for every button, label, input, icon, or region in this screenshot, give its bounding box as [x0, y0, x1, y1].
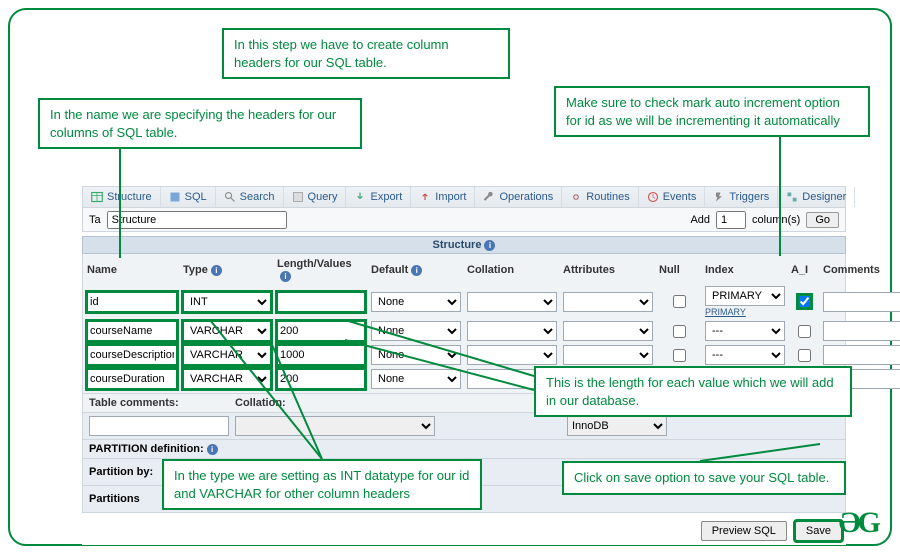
type-select-1[interactable]: VARCHAR	[183, 321, 271, 341]
gfg-logo: ƏG	[839, 506, 879, 540]
attributes-select-0[interactable]	[563, 292, 653, 312]
col-default-header: Defaulti	[371, 264, 461, 276]
table-collation-select[interactable]	[235, 416, 435, 436]
designer-icon	[786, 191, 798, 203]
length-input-2[interactable]	[277, 345, 365, 365]
default-select-3[interactable]: None	[371, 369, 461, 389]
length-input-1[interactable]	[277, 321, 365, 341]
tab-operations[interactable]: Operations	[475, 187, 562, 207]
col-index-header: Index	[705, 264, 785, 276]
col-name-header: Name	[87, 264, 177, 276]
trigger-icon	[713, 191, 725, 203]
table-comments-label: Table comments:	[89, 397, 229, 409]
add-count-input[interactable]	[716, 211, 746, 229]
collation-select-2[interactable]	[467, 345, 557, 365]
tab-export[interactable]: Export	[346, 187, 411, 207]
col-ai-header: A_I	[791, 264, 817, 276]
tablename-input[interactable]	[107, 211, 287, 229]
tab-sql[interactable]: SQL	[161, 187, 216, 207]
ai-checkbox-0[interactable]	[798, 295, 811, 308]
callout-length: This is the length for each value which …	[534, 366, 852, 417]
structure-header: Structurei	[82, 236, 846, 254]
comments-input-0[interactable]	[823, 292, 900, 312]
tab-search[interactable]: Search	[216, 187, 284, 207]
export-icon	[354, 191, 366, 203]
callout-intro: In this step we have to create column he…	[222, 28, 510, 79]
columns-label: column(s)	[752, 214, 800, 226]
col-length-header: Length/Valuesi	[277, 258, 365, 282]
query-icon	[292, 191, 304, 203]
default-select-0[interactable]: None	[371, 292, 461, 312]
null-checkbox-2[interactable]	[673, 349, 686, 362]
name-input-0[interactable]	[87, 292, 177, 312]
add-label: Add	[690, 214, 710, 226]
table-icon	[91, 191, 103, 203]
info-icon: i	[484, 240, 495, 251]
attributes-select-2[interactable]	[563, 345, 653, 365]
null-checkbox-1[interactable]	[673, 325, 686, 338]
col-attributes-header: Attributes	[563, 264, 653, 276]
col-comments-header: Comments	[823, 264, 900, 276]
gear-icon	[570, 191, 582, 203]
name-input-3[interactable]	[87, 369, 177, 389]
wrench-icon	[483, 191, 495, 203]
tab-import[interactable]: Import	[411, 187, 475, 207]
partition-def-row: PARTITION definition:i	[82, 440, 846, 459]
null-checkbox-0[interactable]	[673, 295, 686, 308]
comments-input-1[interactable]	[823, 321, 900, 341]
tablename-prefix: Ta	[89, 214, 101, 226]
col-type-header: Typei	[183, 264, 271, 276]
type-select-2[interactable]: VARCHAR	[183, 345, 271, 365]
col-collation-header: Collation	[467, 264, 557, 276]
length-input-3[interactable]	[277, 369, 365, 389]
storage-engine-select[interactable]: InnoDB	[567, 416, 667, 436]
clock-icon	[647, 191, 659, 203]
name-input-1[interactable]	[87, 321, 177, 341]
name-input-2[interactable]	[87, 345, 177, 365]
index-select-0[interactable]: PRIMARY	[705, 286, 785, 306]
primary-link[interactable]: PRIMARY	[705, 307, 785, 317]
sql-icon	[169, 191, 181, 203]
collation-label: Collation:	[235, 397, 435, 409]
tab-structure[interactable]: Structure	[83, 187, 161, 207]
index-select-2[interactable]: ---	[705, 345, 785, 365]
tab-designer[interactable]: Designer	[778, 187, 855, 207]
button-row: Preview SQL Save	[82, 513, 846, 545]
type-select-3[interactable]: VARCHAR	[183, 369, 271, 389]
preview-sql-button[interactable]: Preview SQL	[701, 521, 787, 541]
callout-type: In the type we are setting as INT dataty…	[162, 459, 482, 510]
search-icon	[224, 191, 236, 203]
callout-name: In the name we are specifying the header…	[38, 98, 362, 149]
collation-select-0[interactable]	[467, 292, 557, 312]
length-input-0[interactable]	[277, 292, 365, 312]
save-button[interactable]: Save	[795, 521, 842, 541]
callout-ai: Make sure to check mark auto increment o…	[554, 86, 870, 137]
import-icon	[419, 191, 431, 203]
default-select-2[interactable]: None	[371, 345, 461, 365]
go-button[interactable]: Go	[806, 212, 839, 228]
index-select-1[interactable]: ---	[705, 321, 785, 341]
type-select-0[interactable]: INT	[183, 292, 271, 312]
tab-routines[interactable]: Routines	[562, 187, 638, 207]
tab-query[interactable]: Query	[284, 187, 347, 207]
default-select-1[interactable]: None	[371, 321, 461, 341]
add-columns-row: Ta Add column(s) Go	[82, 208, 846, 232]
table-comments-input[interactable]	[89, 416, 229, 436]
tab-triggers[interactable]: Triggers	[705, 187, 778, 207]
tabbar: Structure SQL Search Query Export Import…	[82, 186, 846, 208]
ai-checkbox-2[interactable]	[798, 349, 811, 362]
col-null-header: Null	[659, 264, 699, 276]
tab-events[interactable]: Events	[639, 187, 706, 207]
collation-select-1[interactable]	[467, 321, 557, 341]
callout-save: Click on save option to save your SQL ta…	[562, 461, 846, 495]
ai-checkbox-1[interactable]	[798, 325, 811, 338]
partition-def-label: PARTITION definition:i	[89, 443, 219, 455]
attributes-select-1[interactable]	[563, 321, 653, 341]
comments-input-2[interactable]	[823, 345, 900, 365]
